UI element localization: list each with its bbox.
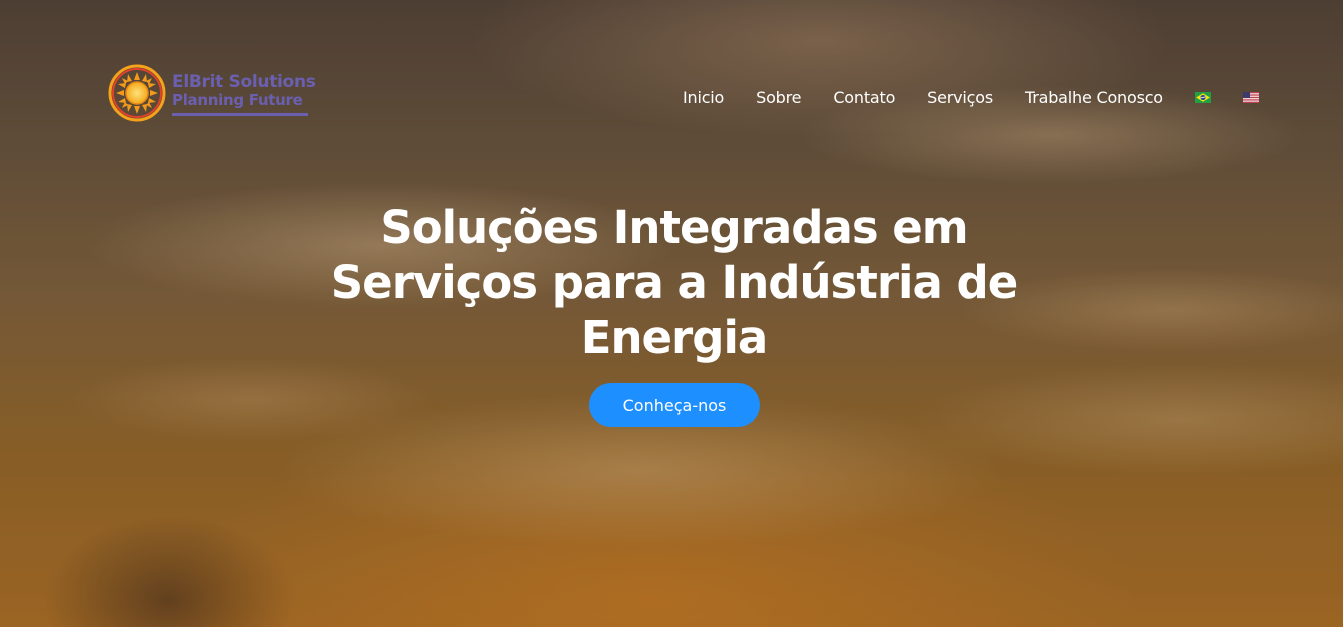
nav-item-trabalhe-conosco[interactable]: Trabalhe Conosco	[1025, 88, 1163, 107]
conheca-nos-button[interactable]: Conheça-nos	[589, 383, 760, 427]
brand-name: ElBrit Solutions	[172, 72, 316, 92]
nav-item-servicos[interactable]: Serviços	[927, 88, 993, 107]
hero-section: ElBrit Solutions Planning Future Inicio …	[0, 0, 1343, 627]
brand-tagline: Planning Future	[172, 91, 303, 109]
nav-item-inicio[interactable]: Inicio	[683, 88, 724, 107]
nav-item-contato[interactable]: Contato	[833, 88, 895, 107]
brazil-flag-icon[interactable]	[1194, 91, 1211, 103]
nav-item-sobre[interactable]: Sobre	[756, 88, 801, 107]
navbar: ElBrit Solutions Planning Future Inicio …	[0, 0, 1343, 190]
hero-headline: Soluções Integradas em Serviços para a I…	[330, 201, 1018, 364]
sun-icon	[108, 64, 166, 122]
main-nav: Inicio Sobre Contato Serviços Trabalhe C…	[683, 86, 1259, 108]
brand-logo[interactable]: ElBrit Solutions Planning Future	[108, 64, 328, 124]
usa-flag-icon[interactable]	[1242, 91, 1259, 103]
brand-underline	[172, 113, 308, 116]
